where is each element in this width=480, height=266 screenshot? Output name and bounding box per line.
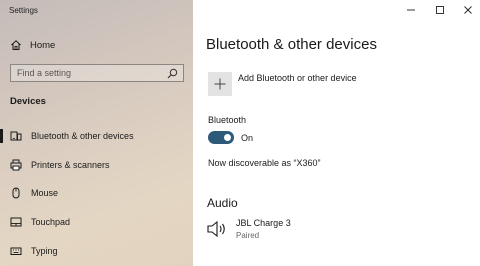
bluetooth-toggle[interactable] bbox=[208, 131, 234, 144]
home-icon bbox=[11, 40, 21, 50]
bluetooth-devices-icon bbox=[10, 131, 22, 141]
sidebar-item-label: Typing bbox=[31, 246, 58, 256]
page-title: Bluetooth & other devices bbox=[206, 36, 377, 53]
close-button[interactable] bbox=[458, 3, 478, 17]
device-status: Paired bbox=[236, 231, 260, 240]
sidebar-item-typing[interactable]: Typing bbox=[0, 240, 193, 262]
audio-device-item[interactable]: JBL Charge 3 Paired bbox=[207, 216, 407, 244]
search-input[interactable] bbox=[11, 68, 161, 78]
sidebar-item-touchpad[interactable]: Touchpad bbox=[0, 211, 193, 233]
search-box[interactable] bbox=[10, 64, 184, 82]
maximize-button[interactable] bbox=[430, 3, 450, 17]
touchpad-icon bbox=[10, 217, 22, 227]
selection-indicator bbox=[0, 129, 3, 143]
main-content: Bluetooth & other devices Add Bluetooth … bbox=[193, 0, 480, 266]
device-name: JBL Charge 3 bbox=[236, 218, 291, 228]
keyboard-icon bbox=[10, 247, 22, 255]
sidebar-item-label: Touchpad bbox=[31, 217, 71, 227]
bluetooth-label: Bluetooth bbox=[208, 115, 247, 125]
sidebar-item-bluetooth[interactable]: Bluetooth & other devices bbox=[0, 125, 193, 147]
sidebar-item-label: Bluetooth & other devices bbox=[31, 131, 134, 141]
printer-icon bbox=[10, 159, 22, 171]
minimize-icon bbox=[407, 9, 415, 11]
add-device-button[interactable] bbox=[208, 72, 232, 96]
plus-icon bbox=[214, 78, 226, 90]
sidebar-item-printers[interactable]: Printers & scanners bbox=[0, 154, 193, 176]
close-icon bbox=[464, 6, 472, 14]
speaker-icon bbox=[207, 220, 225, 238]
search-icon[interactable] bbox=[167, 68, 178, 79]
maximize-icon bbox=[436, 6, 444, 14]
add-device-label[interactable]: Add Bluetooth or other device bbox=[238, 73, 357, 83]
sidebar-item-mouse[interactable]: Mouse bbox=[0, 182, 193, 204]
sidebar-item-label: Mouse bbox=[31, 188, 59, 198]
minimize-button[interactable] bbox=[401, 3, 421, 17]
audio-section-header: Audio bbox=[207, 196, 238, 210]
toggle-state-label: On bbox=[241, 133, 254, 143]
section-header-devices: Devices bbox=[10, 96, 46, 107]
toggle-knob bbox=[224, 134, 231, 141]
mouse-icon bbox=[12, 187, 20, 199]
home-label: Home bbox=[30, 39, 56, 51]
discoverable-status: Now discoverable as “X360” bbox=[208, 158, 321, 168]
sidebar-item-label: Printers & scanners bbox=[31, 160, 110, 170]
app-title: Settings bbox=[9, 6, 38, 15]
nav-home[interactable]: Home bbox=[0, 36, 193, 54]
sidebar: Settings Home Devices Bluetooth & other … bbox=[0, 0, 193, 266]
